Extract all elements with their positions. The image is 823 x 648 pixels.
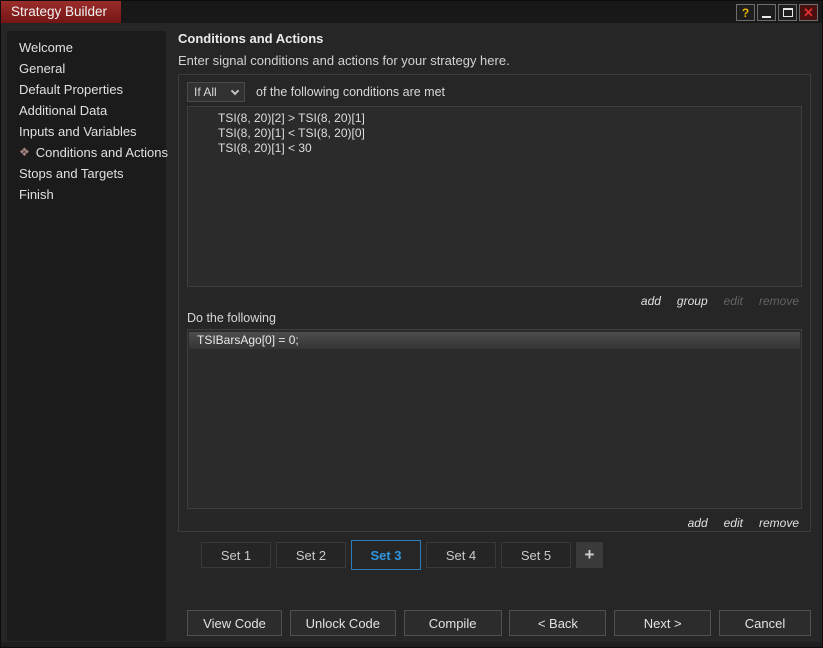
tab-set-3[interactable]: Set 3 (351, 540, 421, 570)
remove-action-link[interactable]: remove (759, 516, 799, 530)
group-condition-link[interactable]: group (677, 294, 708, 308)
maximize-icon (782, 8, 793, 17)
sidebar: Welcome General Default Properties Addit… (7, 31, 168, 641)
sidebar-item-inputs-and-variables[interactable]: Inputs and Variables (7, 121, 166, 142)
match-mode-dropdown[interactable]: If All (187, 82, 245, 102)
sidebar-item-stops-and-targets[interactable]: Stops and Targets (7, 163, 166, 184)
tab-set-4[interactable]: Set 4 (426, 542, 496, 568)
unlock-code-button[interactable]: Unlock Code (289, 610, 396, 636)
conditions-list[interactable]: TSI(8, 20)[2] > TSI(8, 20)[1] TSI(8, 20)… (187, 106, 802, 287)
current-step-icon: ❖ (19, 145, 30, 159)
main-panel: Conditions and Actions Enter signal cond… (178, 31, 811, 641)
edit-action-link[interactable]: edit (724, 516, 743, 530)
window-frame-bottom (1, 642, 822, 647)
window-controls: ? ✕ (736, 4, 818, 21)
strategy-builder-window: Strategy Builder ? ✕ Welcome General Def… (0, 0, 823, 648)
add-action-link[interactable]: add (688, 516, 708, 530)
cancel-button[interactable]: Cancel (718, 610, 811, 636)
maximize-button[interactable] (778, 4, 797, 21)
match-row: If All of the following conditions are m… (187, 82, 810, 102)
edit-condition-link: edit (723, 294, 743, 308)
sidebar-item-welcome[interactable]: Welcome (7, 37, 166, 58)
page-subtitle: Enter signal conditions and actions for … (178, 53, 510, 68)
back-button[interactable]: < Back (509, 610, 607, 636)
close-icon: ✕ (803, 4, 814, 20)
tab-set-1[interactable]: Set 1 (201, 542, 271, 568)
close-button[interactable]: ✕ (799, 4, 818, 21)
chevron-down-icon (230, 86, 240, 95)
remove-condition-link: remove (758, 294, 799, 308)
condition-set-page: If All of the following conditions are m… (178, 74, 811, 532)
page-title: Conditions and Actions (178, 31, 324, 46)
condition-item[interactable]: TSI(8, 20)[2] > TSI(8, 20)[1] (188, 111, 801, 126)
view-code-button[interactable]: View Code (187, 610, 282, 636)
help-button[interactable]: ? (736, 4, 755, 21)
sidebar-item-default-properties[interactable]: Default Properties (7, 79, 166, 100)
footer-buttons: View Code Unlock Code Compile < Back Nex… (187, 610, 811, 636)
add-set-button[interactable]: + (576, 542, 603, 568)
condition-links: add group edit remove (179, 294, 799, 308)
compile-button[interactable]: Compile (403, 610, 502, 636)
action-item-selected[interactable]: TSIBarsAgo[0] = 0; (189, 332, 800, 349)
sidebar-item-general[interactable]: General (7, 58, 166, 79)
sidebar-item-conditions-and-actions[interactable]: ❖ Conditions and Actions (7, 142, 168, 163)
action-links: add edit remove (179, 516, 799, 530)
window-title: Strategy Builder (1, 1, 122, 23)
set-tabs: Set 1 Set 2 Set 3 Set 4 Set 5 + (201, 538, 603, 570)
sidebar-item-finish[interactable]: Finish (7, 184, 166, 205)
minimize-icon (762, 16, 771, 18)
next-button[interactable]: Next > (614, 610, 712, 636)
help-icon: ? (741, 5, 750, 20)
titlebar: Strategy Builder ? ✕ (1, 1, 822, 23)
tab-set-2[interactable]: Set 2 (276, 542, 346, 568)
sidebar-item-additional-data[interactable]: Additional Data (7, 100, 166, 121)
actions-label: Do the following (187, 311, 276, 325)
minimize-button[interactable] (757, 4, 776, 21)
tab-set-5[interactable]: Set 5 (501, 542, 571, 568)
actions-list[interactable]: TSIBarsAgo[0] = 0; (187, 329, 802, 509)
add-condition-link[interactable]: add (641, 294, 661, 308)
condition-item[interactable]: TSI(8, 20)[1] < TSI(8, 20)[0] (188, 126, 801, 141)
match-mode-label: of the following conditions are met (256, 85, 445, 99)
condition-item[interactable]: TSI(8, 20)[1] < 30 (188, 141, 801, 156)
